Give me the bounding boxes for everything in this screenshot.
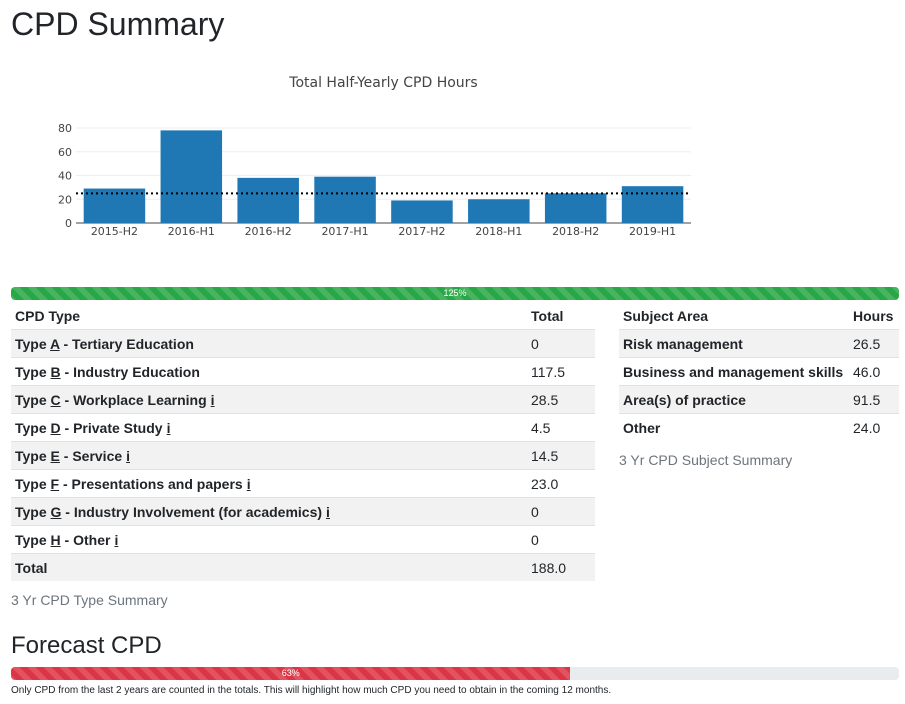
cpd-type-total: 0 [531,531,539,548]
bar [391,200,453,223]
cpd-type-name: Type D - Private Study i [15,419,171,436]
info-icon[interactable]: i [167,420,171,436]
x-tick-label: 2017-H1 [321,225,368,238]
forecast-progress-bar: 63% [11,667,571,680]
table-row: Type D - Private Study i 4.5 [11,413,595,442]
forecast-progress-track: 63% [11,667,899,680]
subject-area-hours: 46.0 [853,363,881,380]
x-tick-label: 2018-H1 [475,225,522,238]
bar [160,130,223,223]
bar [621,186,684,223]
subject-area-name: Other [623,419,661,436]
y-tick-label: 40 [58,170,72,183]
subject-area-hours: 91.5 [853,391,881,408]
bar [544,193,607,223]
chart-title: Total Half-Yearly CPD Hours [288,75,477,91]
cpd-hours-bar-chart: Total Half-Yearly CPD Hours 0 20 40 60 80 2015… [58,75,691,238]
total-progress-track: 125% [11,287,899,300]
table-row: Type A - Tertiary Education 0 [11,329,595,358]
table-row: Type E - Service i 14.5 [11,441,595,470]
cpd-type-total: 0 [531,335,539,352]
subject-area-header: Subject Area [619,302,849,330]
cpd-type-table: CPD Type Total Type A - Tertiary Educati… [11,302,595,581]
x-tick-label: 2016-H2 [245,225,292,238]
table-row: Risk management 26.5 [619,329,899,358]
subject-area-hours: 24.0 [853,419,881,436]
cpd-type-total: 117.5 [531,363,565,380]
subject-area-table: Subject Area Hours Risk management 26.5 Bu… [619,302,899,441]
x-tick-label: 2016-H1 [168,225,215,238]
y-tick-label: 80 [58,122,72,135]
cpd-type-name: Type G - Industry Involvement (for acade… [15,503,330,520]
cpd-type-name: Type H - Other i [15,531,119,548]
cpd-type-total: 14.5 [531,447,559,464]
subject-area-name: Area(s) of practice [623,391,746,408]
y-tick-label: 60 [58,146,72,159]
type-letter: H [50,531,61,548]
total-progress-bar: 125% [11,287,899,300]
table-row: Area(s) of practice 91.5 [619,385,899,414]
total-value: 188.0 [531,559,567,576]
info-icon[interactable]: i [114,532,118,548]
bar [237,177,299,223]
cpd-type-name: Type A - Tertiary Education [15,335,194,352]
x-tick-label: 2019-H1 [629,225,676,238]
total-row: Total 188.0 [11,553,595,581]
cpd-type-name: Type F - Presentations and papers i [15,475,251,492]
bar [314,176,376,223]
total-header: Total [527,302,595,330]
table-row: Type C - Workplace Learning i 28.5 [11,385,595,414]
cpd-type-name: Type C - Workplace Learning i [15,391,215,408]
type-letter: A [50,335,60,352]
type-letter: G [50,503,62,520]
type-summary-caption: 3 Yr CPD Type Summary [11,592,168,608]
y-tick-label: 0 [65,217,72,230]
cpd-type-total: 4.5 [531,419,551,436]
page-title: CPD Summary [11,6,225,42]
forecast-title: Forecast CPD [11,632,162,659]
bar [468,199,530,223]
table-row: Type F - Presentations and papers i 23.0 [11,469,595,498]
subject-area-name: Risk management [623,335,743,352]
cpd-type-total: 0 [531,503,539,520]
y-tick-label: 20 [58,193,72,206]
info-icon[interactable]: i [126,448,130,464]
total-progress-label: 125% [443,288,467,298]
x-tick-label: 2017-H2 [398,225,445,238]
table-row: Type H - Other i 0 [11,525,595,554]
type-letter: E [50,447,60,464]
info-icon[interactable]: i [211,392,215,408]
type-letter: F [50,475,60,492]
table-row: Business and management skills 46.0 [619,357,899,386]
forecast-progress-label: 63% [281,668,300,678]
forecast-note: Only CPD from the last 2 years are count… [11,685,612,696]
x-tick-label: 2018-H2 [552,225,599,238]
cpd-type-total: 23.0 [531,475,559,492]
type-letter: D [50,419,61,436]
cpd-type-name: Type E - Service i [15,447,131,464]
subject-area-name: Business and management skills [623,363,844,380]
subject-area-hours: 26.5 [853,335,881,352]
info-icon[interactable]: i [247,476,251,492]
cpd-type-name: Type B - Industry Education [15,363,200,380]
hours-header: Hours [849,302,899,330]
info-icon[interactable]: i [326,504,330,520]
cpd-type-total: 28.5 [531,391,559,408]
subject-summary-caption: 3 Yr CPD Subject Summary [619,452,793,468]
x-tick-label: 2015-H2 [91,225,138,238]
table-row: Other 24.0 [619,413,899,442]
type-letter: B [50,363,61,380]
cpd-type-header: CPD Type [11,302,527,330]
table-row: Type G - Industry Involvement (for acade… [11,497,595,526]
type-letter: C [50,391,61,408]
table-row: Type B - Industry Education 117.5 [11,357,595,386]
total-label: Total [15,559,48,576]
